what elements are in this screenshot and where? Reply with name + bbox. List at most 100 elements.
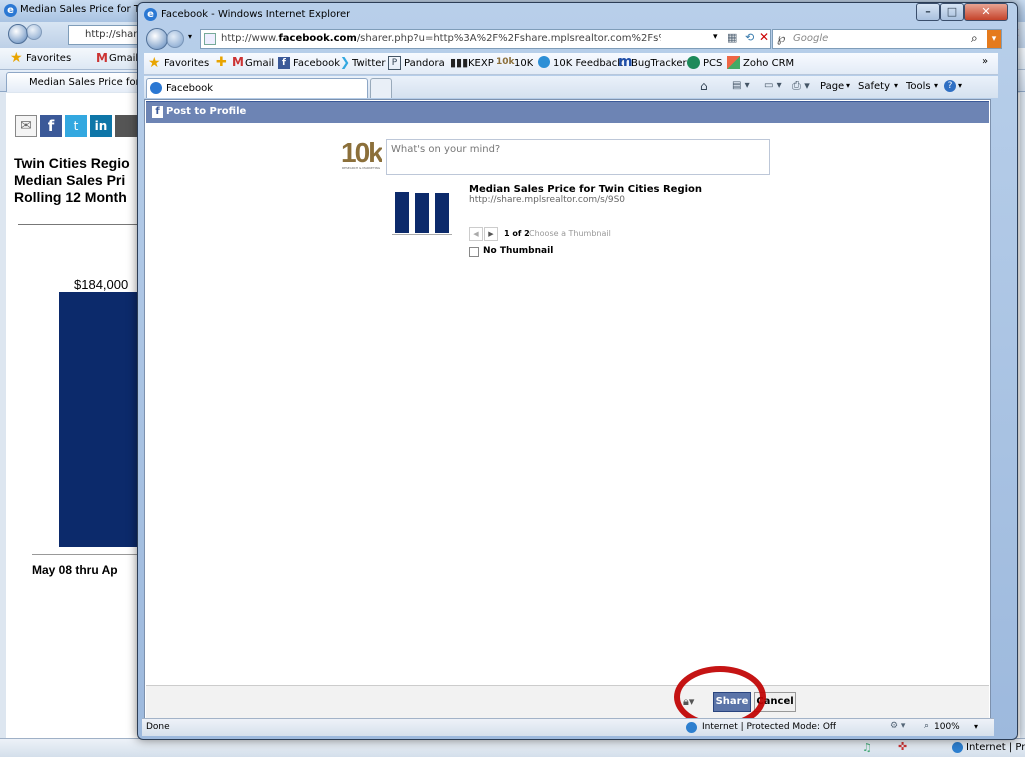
popup-address-field[interactable]: http://www.facebook.com/sharer.php?u=htt… — [200, 29, 771, 49]
close-button[interactable]: ✕ — [964, 3, 1008, 21]
search-icon[interactable]: ⌕ — [971, 31, 978, 46]
star-icon[interactable]: ★ — [10, 50, 23, 66]
no-thumbnail-label: No Thumbnail — [483, 246, 554, 256]
protection-icon: ✜ — [898, 740, 908, 753]
add-favorite-icon[interactable]: ✚ — [216, 55, 227, 70]
fav-10k-feedback[interactable]: 10K Feedback — [553, 58, 623, 69]
popup-tab-row: Facebook ⌂ ▤ ▾ ▭ ▾ ⎙ ▾ Page ▾ Safety ▾ T… — [144, 76, 998, 98]
thumbnail-count: 1 of 2 — [504, 229, 530, 238]
fav-twitter[interactable]: Twitter — [352, 58, 386, 69]
tab-facebook-label: Facebook — [166, 83, 213, 94]
thumbnail-bar — [415, 193, 429, 233]
forward-icon[interactable] — [166, 30, 184, 48]
gmail-icon[interactable]: M — [96, 51, 108, 65]
email-share-icon[interactable]: ✉ — [15, 115, 37, 137]
star-icon[interactable]: ★ — [148, 55, 161, 71]
mail-icon[interactable]: ▭ ▾ — [764, 80, 782, 91]
security-zone[interactable]: Internet | Protected Mode: Off — [702, 722, 836, 732]
fav-facebook[interactable]: Facebook — [293, 58, 340, 69]
safety-menu[interactable]: Safety — [858, 81, 890, 92]
background-status-bar: ♫ ✜ Internet | Protec — [0, 738, 1025, 757]
chevron-right-icon[interactable]: » — [982, 56, 988, 67]
feeds-icon[interactable]: ▤ ▾ — [732, 80, 750, 91]
fav-zoho-crm[interactable]: Zoho CRM — [743, 58, 794, 69]
no-thumbnail-checkbox[interactable] — [469, 247, 479, 257]
chart-x-label: May 08 thru Ap — [32, 563, 118, 577]
background-address-field[interactable]: http://share. — [68, 25, 148, 45]
thumbnail-bar — [435, 193, 449, 233]
back-icon[interactable] — [146, 28, 168, 50]
url-domain: facebook.com — [278, 33, 357, 44]
10k-logo-text: 10k — [341, 138, 382, 168]
chart-title-line: Twin Cities Regio — [14, 155, 130, 171]
popup-address-bar: ▾ http://www.facebook.com/sharer.php?u=h… — [138, 25, 1017, 53]
globe-icon — [686, 722, 697, 733]
feedback-icon — [538, 56, 550, 68]
background-gmail-link[interactable]: Gmail — [109, 53, 137, 64]
chevron-down-icon: ▾ — [894, 81, 899, 90]
thumbnail-axis — [392, 234, 452, 235]
link-url: http://share.mplsrealtor.com/s/9S0 — [469, 195, 626, 205]
url-rest: /sharer.php?u=http%3A%2F%2Fshare.mplsrea… — [356, 33, 661, 44]
refresh-icon[interactable]: ⟲ — [745, 31, 754, 44]
chevron-down-icon[interactable]: ▾ — [974, 722, 978, 731]
pcs-icon — [687, 56, 700, 69]
help-icon[interactable]: ? — [944, 80, 956, 92]
more-share-icon[interactable] — [115, 115, 137, 137]
fav-pandora[interactable]: Pandora — [404, 58, 445, 69]
fb-dialog-footer: 🔒︎▾ Share Cancel — [146, 666, 989, 728]
maximize-button[interactable]: □ — [940, 3, 964, 21]
tools-menu[interactable]: Tools — [906, 81, 931, 92]
link-title[interactable]: Median Sales Price for Twin Cities Regio… — [469, 184, 702, 195]
home-icon[interactable]: ⌂ — [700, 79, 708, 93]
status-input[interactable]: What's on your mind? — [386, 139, 770, 175]
history-dropdown-icon[interactable]: ▾ — [188, 32, 192, 41]
zoom-icon: ⌕ — [924, 721, 930, 731]
chevron-down-icon[interactable]: ▾ — [958, 81, 962, 90]
facebook-share-icon[interactable]: f — [40, 115, 62, 137]
tab-facebook[interactable]: Facebook — [146, 78, 368, 98]
back-icon[interactable] — [8, 24, 28, 44]
forward-icon[interactable] — [26, 24, 42, 40]
search-field[interactable]: ℘ Google ⌕ ▾ — [772, 29, 1002, 49]
background-zone-text: Internet | Protec — [966, 742, 1025, 753]
fav-10k[interactable]: 10K — [514, 58, 533, 69]
popup-title-bar: e Facebook - Windows Internet Explorer –… — [138, 3, 1017, 25]
search-options-icon[interactable]: ▾ — [987, 30, 1001, 48]
10k-icon: 10k — [496, 57, 515, 67]
thumbnail-pager: ◀ ▶ 1 of 2 Choose a Thumbnail — [469, 227, 611, 241]
popup-favorites-bar: ★ Favorites ✚ M Gmail f Facebook ❯ Twitt… — [144, 53, 998, 75]
chart-title: Twin Cities Regio Median Sales Pri Rolli… — [14, 155, 144, 206]
prev-thumbnail-button[interactable]: ◀ — [469, 227, 483, 241]
fav-gmail[interactable]: Gmail — [245, 58, 274, 69]
no-thumbnail-option: No Thumbnail — [469, 246, 569, 258]
favorites-button[interactable]: Favorites — [164, 58, 209, 69]
fav-kexp[interactable]: KEXP — [468, 58, 494, 69]
link-thumbnail — [390, 183, 456, 239]
fav-pcs[interactable]: PCS — [703, 58, 722, 69]
zoom-level[interactable]: 100% — [934, 722, 960, 732]
linkedin-share-icon[interactable]: in — [90, 115, 112, 137]
ie-icon — [150, 82, 162, 94]
search-placeholder: Google — [793, 33, 829, 44]
fb-dialog-header: f Post to Profile — [146, 101, 989, 123]
stop-icon[interactable]: ✕ — [759, 30, 769, 44]
new-tab-button[interactable] — [370, 78, 392, 98]
security-icon[interactable]: ⚙ ▾ — [890, 721, 905, 731]
twitter-share-icon[interactable]: t — [65, 115, 87, 137]
page-menu[interactable]: Page — [820, 81, 844, 92]
window-controls: – □ ✕ — [916, 3, 1012, 21]
twitter-icon: ❯ — [340, 55, 351, 69]
chevron-down-icon: ▾ — [934, 81, 939, 90]
next-thumbnail-button[interactable]: ▶ — [484, 227, 498, 241]
address-dropdown-icon[interactable]: ▾ — [713, 32, 718, 42]
chevron-down-icon: ▾ — [846, 81, 851, 90]
pandora-icon: P — [388, 56, 401, 70]
fav-bugtracker[interactable]: BugTracker — [631, 58, 687, 69]
minimize-button[interactable]: – — [916, 3, 940, 21]
print-icon[interactable]: ⎙ ▾ — [792, 79, 810, 93]
compat-view-icon[interactable]: ▦ — [727, 31, 737, 44]
choose-thumbnail-label: Choose a Thumbnail — [529, 229, 611, 238]
background-tab[interactable]: Median Sales Price for Twin — [6, 72, 140, 92]
background-favorites-label[interactable]: Favorites — [26, 53, 71, 64]
